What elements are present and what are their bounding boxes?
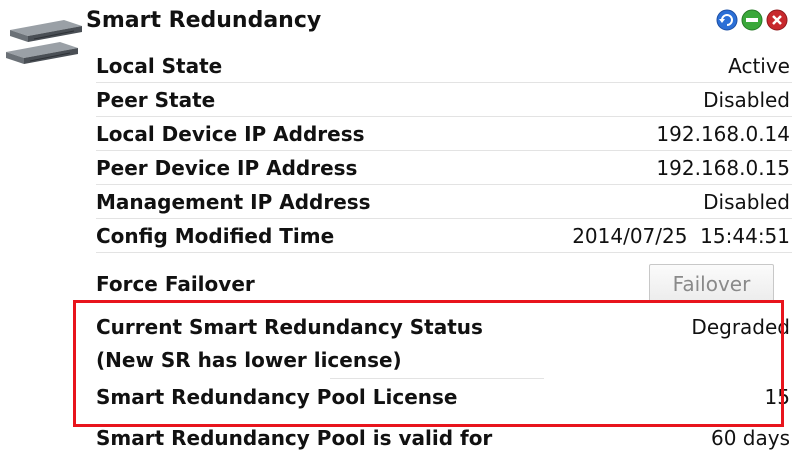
row-sr-note: (New SR has lower license) bbox=[96, 343, 792, 376]
row-label: Force Failover bbox=[96, 271, 255, 296]
row-label: (New SR has lower license) bbox=[96, 347, 402, 372]
close-icon[interactable] bbox=[766, 9, 788, 31]
row-config-modified: Config Modified Time 2014/07/25 15:44:51 bbox=[96, 219, 792, 253]
refresh-icon[interactable] bbox=[716, 9, 738, 31]
row-management-ip: Management IP Address Disabled bbox=[96, 185, 792, 219]
row-label: Management IP Address bbox=[96, 189, 371, 214]
row-label: Config Modified Time bbox=[96, 223, 335, 248]
device-icon bbox=[6, 20, 82, 64]
row-peer-state: Peer State Disabled bbox=[96, 83, 792, 117]
row-label: Local Device IP Address bbox=[96, 121, 365, 146]
row-label: Current Smart Redundancy Status bbox=[96, 314, 483, 339]
row-local-state: Local State Active bbox=[96, 49, 792, 83]
row-label: Smart Redundancy Pool License bbox=[96, 384, 458, 409]
row-value: 192.168.0.14 bbox=[656, 121, 790, 146]
row-label: Smart Redundancy Pool is valid for bbox=[96, 425, 493, 450]
failover-button[interactable]: Failover bbox=[649, 264, 774, 303]
row-pool-license: Smart Redundancy Pool License 15 bbox=[96, 380, 792, 413]
row-label: Local State bbox=[96, 53, 223, 78]
row-value: 192.168.0.15 bbox=[656, 155, 790, 180]
row-value: Disabled bbox=[703, 189, 790, 214]
row-peer-ip: Peer Device IP Address 192.168.0.15 bbox=[96, 151, 792, 185]
row-pool-validity: Smart Redundancy Pool is valid for 60 da… bbox=[96, 421, 792, 454]
row-sr-status: Current Smart Redundancy Status Degraded bbox=[96, 310, 792, 343]
expand-icon[interactable] bbox=[741, 9, 763, 31]
row-label: Peer Device IP Address bbox=[96, 155, 358, 180]
row-value: 15 bbox=[764, 384, 790, 409]
panel-title: Smart Redundancy bbox=[86, 8, 322, 33]
row-value: Degraded bbox=[691, 314, 790, 339]
row-value: 60 days bbox=[710, 425, 790, 450]
row-value: Disabled bbox=[703, 87, 790, 112]
divider bbox=[330, 378, 544, 379]
row-value: Active bbox=[728, 53, 790, 78]
row-force-failover: Force Failover bbox=[96, 267, 632, 300]
row-label: Peer State bbox=[96, 87, 216, 112]
title-icon-group bbox=[716, 9, 788, 31]
row-value: 2014/07/25 15:44:51 bbox=[572, 223, 790, 248]
row-local-ip: Local Device IP Address 192.168.0.14 bbox=[96, 117, 792, 151]
